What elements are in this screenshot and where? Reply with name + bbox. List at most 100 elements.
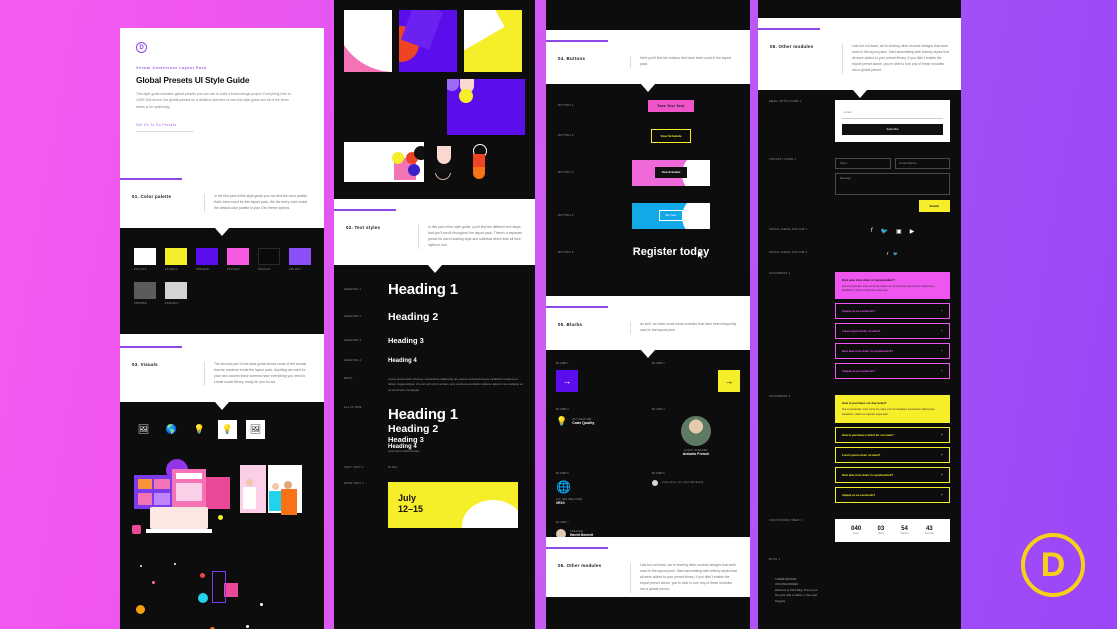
accordion-title: Duis aute irure dolor in reprehenderit? [842,277,895,282]
twitter-icon[interactable]: 🐦 [881,228,888,235]
visual-tile [344,10,392,72]
name-field[interactable]: Name [835,157,891,169]
accordion-item[interactable]: Aliquip ex ea commodo? + [835,363,950,380]
blurb-item: BLURB 2 → [652,362,740,392]
hero-eyebrow: Virtual Conference Layout Pack [136,66,207,70]
plus-icon: + [940,309,943,314]
avatar [652,479,658,486]
space-illustration [120,547,324,629]
arrow-right-icon[interactable]: → [718,369,740,392]
column-one: D Virtual Conference Layout Pack Global … [120,28,324,629]
visuals-panel: 🖼 🌎 💡 💡 🖼 [120,401,324,629]
module-label: SOCIAL MEDIA FOLLOW 2 [769,250,808,254]
other-modules-header: 06. Other modules Last but not least, we… [758,18,961,90]
twitter-icon[interactable]: 🐦 [893,251,898,256]
accordion-body: Sed ut perspiciatis, unde omnis iste nat… [842,284,935,293]
blue-banner-button-wrap: Buy Now [632,202,710,229]
swatch-label: #5B0EEB [196,267,209,271]
instagram-icon[interactable]: ▣ [896,228,902,235]
visual-tile [344,142,424,182]
blurb-label: BLURB 1 [556,361,569,365]
swatch[interactable]: #F7EE2A [165,247,187,271]
swatch[interactable]: #8C4EF7 [289,247,311,271]
blurb-title: Code Story: Our Next Workshop [662,481,704,485]
view-schedule-outline-button[interactable]: View Schedule [650,128,692,143]
swatch[interactable]: #F65AE0 [227,247,249,271]
accordion-1-row: ACCORDION 1 Duis aute irure dolor in rep… [769,271,950,380]
section-description: In this part of the style guide, you'll … [418,225,523,249]
section-number: 06. Other modules [558,562,602,568]
hero-link[interactable]: Get On To Go Presets [136,123,308,127]
heading-1-sample: Heading 1 [388,280,458,298]
section-number: 06. Other modules [770,44,814,49]
submit-button[interactable]: Submit [918,199,950,212]
message-field[interactable]: Message [835,172,950,195]
section-description: As well, we have some basic modules that… [630,321,738,334]
accordion-item[interactable]: Duis aute irure dolor in reprehenderit? … [835,467,950,484]
visual-tile [464,10,522,72]
subscribe-button[interactable]: Subscribe [842,123,943,135]
accordion-item[interactable]: Lorem ipsum dolor sit amet? + [835,323,950,340]
people-illustration [238,453,310,539]
section-number: 01. Color palette [132,193,172,199]
swatch[interactable]: #5B5B5B [134,281,156,305]
body-sample: Lorem ipsum dolor sit amet, consectetur … [388,376,523,392]
facebook-icon[interactable]: 𝑓 [871,228,873,235]
contact-form: Name Email Address Message Submit [835,157,950,212]
buttons-panel: BUTTON 1 Save Your Seat BUTTON 2 View Sc… [546,83,750,296]
swatch[interactable]: #0A0A0A [258,247,280,271]
optin-module-row: EMAIL OPTIN FORM 1 Email Subscribe [769,99,950,142]
social-follow-1: 𝑓 🐦 ▣ ▶ [835,228,950,235]
youtube-icon[interactable]: ▶ [910,228,915,235]
countdown-unit-label: Minutes [900,533,909,536]
countdown-number: 54 [901,526,908,533]
plus-icon: + [940,329,943,334]
blurb-item: BLURB 6 Code Story: Our Next Workshop [652,472,740,505]
accordion-title: How to purchase a ticket for our team? [842,433,894,438]
text-style-label: HEADING 2 [344,315,362,319]
swatch-label: #F7EE2A [165,267,178,271]
accordion-item[interactable]: Aliquip ex ea commodo? + [835,487,950,504]
email-field[interactable]: Email Address [894,157,950,169]
blurb-title: Antonio French [682,451,710,456]
accordion-item[interactable]: Lorem ipsum dolor sit amet? + [835,447,950,464]
accordion-item[interactable]: Duis aute irure dolor in reprehenderit? … [835,343,950,360]
style-guide-columns: D Virtual Conference Layout Pack Global … [0,0,1117,629]
swatch[interactable]: #FFFFFF [134,247,156,271]
view-schedule-banner-button[interactable]: View Schedule [654,167,688,179]
buy-now-button[interactable]: Buy Now [658,210,684,222]
countdown-timer: 040 Days 03 Hours 54 Minutes 43 Seconds [835,519,950,543]
avatar [681,415,711,446]
blurbs-panel: BLURB 1 → BLURB 2 → BLURB 3 💡 DIVI FEATU… [546,349,750,539]
swatch[interactable]: #5B0EEB [196,247,218,271]
blurb-title: Code Quality [572,420,595,425]
swatch[interactable]: #D3D3D3 [165,281,187,305]
plus-icon: + [940,493,943,498]
countdown-unit: 54 Minutes [900,526,908,535]
accordion-title: Aliquip ex ea commodo? [842,493,876,498]
countdown-number: 43 [925,526,933,533]
email-field[interactable]: Email [842,107,943,119]
globe-icon: 🌎 [165,423,178,434]
accordion-title: Lorem ipsum dolor sit amet? [842,453,881,458]
countdown-unit: 43 Seconds [925,526,934,535]
module-label: ACCORDION 2 [769,395,791,399]
button-label: BUTTON 2 [558,134,574,138]
facebook-icon[interactable]: 𝑓 [887,251,888,256]
notch-arrow [215,227,229,236]
visual-tile [466,142,492,182]
buttons-section-header: 04. Buttons Here you'll find the buttons… [546,30,750,84]
section-description: The second part of this style guide show… [204,361,312,386]
column-four: 06. Other modules Last but not least, we… [758,0,961,629]
register-today-button[interactable]: Register today [633,246,709,260]
countdown-row: COUNTDOWN TIMER 1 040 Days 03 Hours 54 M… [769,519,950,543]
text-style-label: HEADING 1 [344,287,362,291]
accordion-open-item[interactable]: How to purchase our day ticket? Sed ut p… [835,395,950,424]
accordion-open-item[interactable]: Duis aute irure dolor in reprehenderit? … [835,271,950,300]
accordion-item[interactable]: Aliquip ex ea commodo? + [835,303,950,320]
accordion-item[interactable]: How to purchase a ticket for our team? + [835,427,950,444]
lightbulb-boxed-icon: 💡 [218,419,237,439]
arrow-right-icon[interactable]: → [556,369,578,392]
save-your-seat-button[interactable]: Save Your Seat [648,99,694,112]
visual-tile [431,142,459,182]
